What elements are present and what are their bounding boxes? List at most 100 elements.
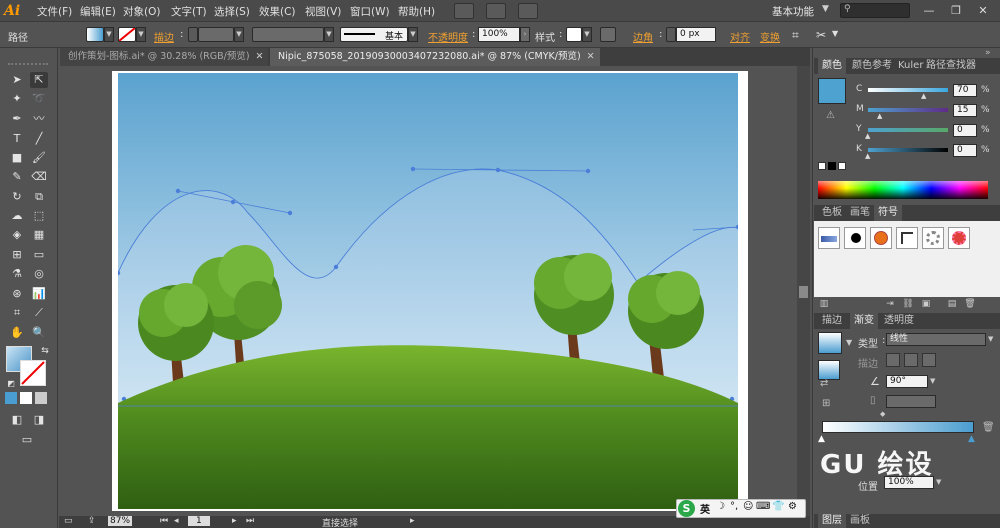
artboard-tool-icon[interactable]: ⌗ [8, 305, 26, 321]
free-transform-tool-icon[interactable]: ⬚ [30, 208, 48, 224]
delete-stop-icon[interactable]: 🗑 [982, 422, 995, 433]
swap-fill-stroke-icon[interactable]: ⇆ [36, 343, 54, 359]
gradient-slider-options-icon[interactable]: ⊞ [822, 398, 830, 409]
channel-slider-track[interactable] [868, 128, 948, 132]
tab-transparency[interactable]: 透明度 [880, 313, 918, 329]
lasso-tool-icon[interactable]: ➰ [30, 91, 48, 107]
vertical-scroll-thumb[interactable] [799, 286, 808, 298]
chevron-down-icon[interactable]: ▼ [408, 27, 418, 42]
settings-icon[interactable]: ⚙ [788, 501, 797, 512]
eraser-tool-icon[interactable]: ⌫ [30, 169, 48, 185]
eyedropper-tool-icon[interactable]: ⚗ [8, 266, 26, 282]
opacity-label[interactable]: 不透明度 [428, 29, 468, 44]
gradient-angle-input[interactable]: 90° [886, 375, 928, 388]
sogou-ime-logo[interactable]: S [678, 500, 695, 517]
draw-behind-icon[interactable]: ◨ [30, 412, 48, 428]
chevron-down-icon[interactable]: ▼ [988, 335, 993, 343]
close-icon[interactable]: ✕ [587, 51, 595, 62]
menu-select[interactable]: 选择(S) [214, 4, 250, 19]
screen-mode-icon[interactable]: ▭ [18, 432, 36, 448]
stroke-weight-input[interactable] [198, 27, 234, 42]
minimize-button[interactable]: — [918, 3, 940, 18]
menu-help[interactable]: 帮助(H) [398, 4, 435, 19]
transform-link[interactable]: 变换 [760, 29, 780, 44]
perspective-grid-tool-icon[interactable]: ▦ [30, 227, 48, 243]
gradient-stop-start[interactable]: ▲ [818, 434, 825, 444]
gpu-icon[interactable] [518, 3, 538, 19]
corner-radius-input[interactable]: 0 px [676, 27, 716, 42]
last-page-icon[interactable]: ⏭ [246, 516, 254, 526]
stroke-across-icon[interactable] [922, 353, 936, 367]
gradient-thumbnail[interactable] [818, 332, 842, 354]
line-tool-icon[interactable]: ╱ [30, 131, 48, 147]
channel-slider-thumb[interactable]: ▲ [865, 153, 871, 160]
chevron-down-icon[interactable]: ▼ [324, 27, 334, 42]
ime-lang-toggle[interactable]: 英 [700, 501, 710, 516]
tab-pathfinder[interactable]: 路径查找器 [922, 58, 980, 74]
tab-swatches[interactable]: 色板 [818, 205, 846, 221]
mesh-tool-icon[interactable]: ⊞ [8, 247, 26, 263]
menu-effect[interactable]: 效果(C) [259, 4, 296, 19]
graphic-style-picker[interactable] [566, 27, 582, 42]
stroke-weight-stepper[interactable] [188, 27, 198, 42]
stroke-within-icon[interactable] [886, 353, 900, 367]
none-mode-icon[interactable] [35, 392, 47, 404]
menu-type[interactable]: 文字(T) [171, 4, 207, 19]
close-button[interactable]: ✕ [972, 3, 994, 18]
bridge-icon[interactable] [454, 3, 474, 19]
chevron-down-icon[interactable]: ▼ [846, 338, 852, 347]
gradient-tool-icon[interactable]: ▭ [30, 247, 48, 263]
chevron-down-icon[interactable]: ▼ [930, 377, 935, 385]
punctuation-icon[interactable]: °, [730, 501, 738, 512]
page-input[interactable]: 1 [188, 516, 210, 526]
first-page-icon[interactable]: ⏮ [160, 516, 168, 526]
symbol-options-icon[interactable]: ▣ [920, 298, 932, 310]
tab-color[interactable]: 颜色 [818, 58, 846, 74]
recolor-artwork-icon[interactable] [600, 27, 616, 42]
landscape-artwork[interactable] [118, 73, 738, 509]
brush-select[interactable]: 基本 [340, 27, 408, 42]
reverse-gradient-icon[interactable]: ⇄ [820, 378, 828, 389]
menu-window[interactable]: 窗口(W) [350, 4, 390, 19]
menu-file[interactable]: 文件(F) [37, 4, 72, 19]
curvature-tool-icon[interactable]: 〰 [30, 111, 48, 127]
paintbrush-tool-icon[interactable]: 🖌 [30, 150, 48, 166]
out-of-gamut-icon[interactable]: ⚠ [826, 110, 835, 121]
menu-object[interactable]: 对象(O) [123, 4, 160, 19]
tab-color-guide[interactable]: 颜色参考 [848, 58, 896, 74]
chevron-down-icon[interactable]: ▼ [136, 27, 146, 42]
collapse-panels-icon[interactable]: » [985, 48, 991, 58]
white-color-icon[interactable] [838, 162, 846, 170]
close-icon[interactable]: ✕ [256, 51, 264, 62]
menu-view[interactable]: 视图(V) [305, 4, 341, 19]
symbol-blue-bar[interactable] [818, 227, 840, 249]
workspace-switcher[interactable]: 基本功能 [772, 4, 814, 19]
gradient-slider[interactable] [822, 421, 974, 433]
symbol-grey-ring[interactable] [922, 227, 944, 249]
align-link[interactable]: 对齐 [730, 29, 750, 44]
pen-tool-icon[interactable]: ✒ [8, 111, 26, 127]
midpoint-diamond-icon[interactable]: ◆ [880, 410, 885, 418]
new-symbol-icon[interactable]: ▤ [946, 298, 958, 310]
symbol-red-flower[interactable] [948, 227, 970, 249]
symbol-sprayer-tool-icon[interactable]: ⊛ [8, 286, 26, 302]
status-menu-icon[interactable]: ▸ [410, 516, 415, 526]
chevron-down-icon[interactable]: ▼ [234, 27, 244, 42]
color-mode-icon[interactable] [5, 392, 17, 404]
next-page-icon[interactable]: ▸ [232, 516, 237, 526]
symbol-corner-frame[interactable] [896, 227, 918, 249]
skin-icon[interactable]: 👕 [772, 501, 784, 512]
channel-value-input[interactable]: 15 [953, 104, 977, 117]
selection-tool-icon[interactable]: ➤ [8, 72, 26, 88]
aspect-ratio-select[interactable] [886, 395, 936, 408]
channel-value-input[interactable]: 0 [953, 124, 977, 137]
rotate-tool-icon[interactable]: ↻ [8, 189, 26, 205]
tab-brushes[interactable]: 画笔 [846, 205, 874, 221]
chevron-down-icon[interactable]: ▼ [822, 4, 829, 14]
symbol-library-icon[interactable]: ▥ [818, 298, 830, 310]
draw-mode-icon[interactable]: ◧ [8, 412, 26, 428]
chevron-down-icon[interactable]: ▼ [936, 478, 941, 486]
channel-slider-track[interactable] [868, 88, 948, 92]
black-color-icon[interactable] [828, 162, 836, 170]
variable-width-select[interactable] [252, 27, 324, 42]
